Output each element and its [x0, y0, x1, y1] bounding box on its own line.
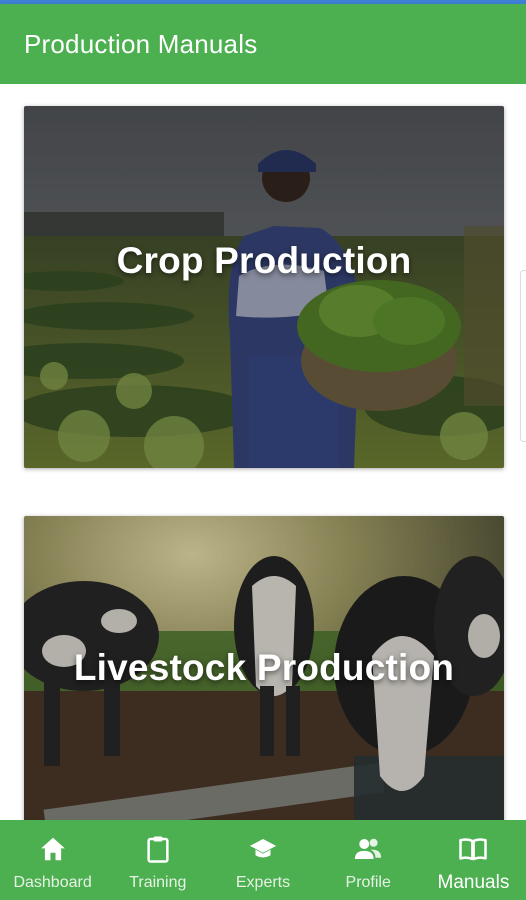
open-book-icon — [459, 838, 488, 861]
nav-profile-label: Profile — [345, 874, 391, 891]
nav-dashboard[interactable]: Dashboard — [0, 820, 105, 900]
clipboard-icon — [147, 836, 169, 863]
manual-card-crop-production[interactable]: Crop Production — [24, 106, 504, 468]
nav-profile[interactable]: Profile — [316, 820, 421, 900]
nav-training-label: Training — [129, 874, 187, 891]
manual-card-livestock-production[interactable]: Livestock Production — [24, 516, 504, 820]
page-title: Production Manuals — [24, 28, 258, 59]
nav-manuals[interactable]: Manuals — [421, 820, 526, 900]
app-bar: Production Manuals — [0, 4, 526, 84]
manuals-list[interactable]: Crop Production Livestock Production — [0, 84, 526, 820]
nav-manuals-label: Manuals — [437, 872, 510, 893]
crop-production-label: Crop Production — [116, 240, 412, 281]
home-icon — [40, 837, 65, 861]
nav-experts-label: Experts — [235, 874, 291, 891]
nav-training[interactable]: Training — [105, 820, 210, 900]
crop-production-image — [24, 106, 504, 468]
adjacent-page-edge — [520, 270, 526, 442]
graduation-cap-icon — [249, 839, 277, 858]
people-icon — [355, 838, 382, 859]
livestock-production-label: Livestock Production — [73, 647, 455, 688]
nav-dashboard-label: Dashboard — [13, 874, 92, 891]
bottom-navigation: Dashboard Training Experts Profile Manua… — [0, 820, 526, 900]
nav-experts[interactable]: Experts — [210, 820, 315, 900]
